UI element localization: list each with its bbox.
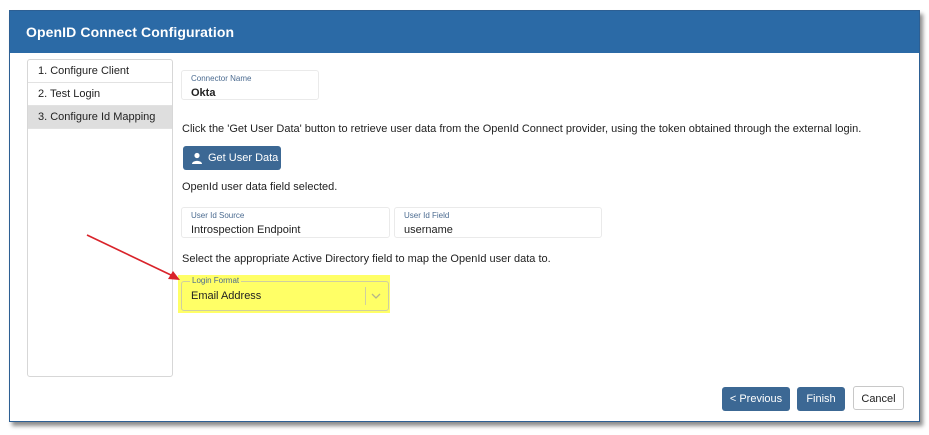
- chevron-down-icon[interactable]: [370, 291, 382, 301]
- user-id-source-value: Introspection Endpoint: [191, 224, 301, 236]
- annotation-arrow-icon: [86, 234, 180, 280]
- map-field-instruction: Select the appropriate Active Directory …: [182, 253, 551, 265]
- user-id-source-field[interactable]: User Id Source Introspection Endpoint: [181, 207, 390, 238]
- login-format-select[interactable]: Login Format Email Address: [181, 276, 389, 311]
- get-user-data-instruction: Click the 'Get User Data' button to retr…: [182, 123, 862, 135]
- get-user-data-label: Get User Data: [208, 152, 279, 164]
- connector-name-field[interactable]: Connector Name Okta: [181, 70, 319, 100]
- connector-name-label: Connector Name: [191, 74, 252, 83]
- field-selected-text: OpenId user data field selected.: [182, 181, 338, 193]
- steps-sidebar: 1. Configure Client 2. Test Login 3. Con…: [27, 59, 173, 377]
- user-id-field-value: username: [404, 224, 453, 236]
- cancel-button[interactable]: Cancel: [853, 386, 904, 410]
- finish-button[interactable]: Finish: [797, 387, 845, 411]
- previous-button[interactable]: < Previous: [722, 387, 790, 411]
- select-separator: [365, 287, 366, 305]
- step-test-login[interactable]: 2. Test Login: [28, 83, 172, 106]
- user-id-source-label: User Id Source: [191, 211, 245, 220]
- oidc-config-dialog: OpenID Connect Configuration 1. Configur…: [9, 10, 920, 422]
- connector-name-value: Okta: [191, 87, 216, 99]
- user-icon: [192, 152, 202, 164]
- get-user-data-button[interactable]: Get User Data: [183, 146, 281, 170]
- login-format-label: Login Format: [190, 276, 242, 285]
- dialog-titlebar: OpenID Connect Configuration: [10, 11, 919, 53]
- login-format-value: Email Address: [191, 290, 262, 302]
- step-configure-id-mapping[interactable]: 3. Configure Id Mapping: [28, 106, 172, 129]
- step-configure-client[interactable]: 1. Configure Client: [28, 60, 172, 83]
- user-id-field[interactable]: User Id Field username: [394, 207, 602, 238]
- user-id-field-label: User Id Field: [404, 211, 450, 220]
- dialog-title: OpenID Connect Configuration: [26, 24, 235, 40]
